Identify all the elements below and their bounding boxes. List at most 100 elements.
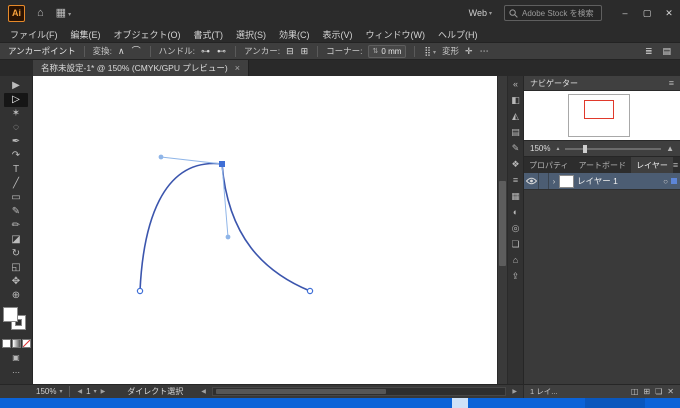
horizontal-scrollbar[interactable] [211,387,507,396]
expand-panels-icon[interactable]: « [513,80,518,89]
layer-target-icon[interactable]: ○ [663,177,668,186]
hide-handles-icon[interactable]: ⊷ [216,46,227,56]
close-button[interactable]: ✕ [658,0,680,26]
convert-to-smooth-icon[interactable]: ⌒ [131,46,142,56]
appearance-panel-icon[interactable]: ◎ [512,224,520,233]
edit-toolbar-icon[interactable]: ⋯ [12,369,20,377]
color-button[interactable] [2,340,10,347]
panel-menu-icon[interactable]: ≡ [669,78,674,88]
navigator-view-rect[interactable] [584,100,614,119]
shaper-tool[interactable]: ✏ [4,219,28,233]
type-tool[interactable]: T [4,163,28,177]
drawn-path[interactable] [139,162,311,292]
rotate-tool[interactable]: ↻ [4,247,28,261]
magic-wand-tool[interactable]: ✶ [4,107,28,121]
prev-artboard-button[interactable]: ◀ [77,388,82,395]
gradient-button[interactable] [12,340,20,347]
anchor-point[interactable] [136,287,144,295]
tab-properties[interactable]: プロパティ [524,157,574,173]
line-segment-tool[interactable]: ╱ [4,177,28,191]
brushes-panel-icon[interactable]: ✎ [512,144,520,153]
menu-object[interactable]: オブジェクト(O) [114,28,181,41]
navigator-zoom-slider[interactable] [565,144,662,153]
lasso-tool[interactable]: ◌ [4,121,28,135]
paintbrush-tool[interactable]: ✎ [4,205,28,219]
panel-list-icon[interactable]: ≣ [644,46,654,56]
libraries-panel-icon[interactable]: ⌂ [513,256,518,265]
windows-taskbar[interactable] [0,398,680,408]
scale-tool[interactable]: ◱ [4,261,28,275]
symbols-panel-icon[interactable]: ❖ [511,160,519,169]
selected-anchor-point[interactable] [219,161,225,167]
zoom-level-select[interactable]: 150% ▾ [36,387,62,396]
artboard-navigation-select[interactable]: 1 ▾ [86,387,96,396]
layer-thumbnail[interactable] [560,175,573,187]
scroll-right-button[interactable]: ▶ [512,388,517,395]
menu-type[interactable]: 書式(T) [194,28,224,41]
corner-radius-stepper[interactable]: ⇅ 0 mm [367,44,407,58]
document-tab[interactable]: 名称未設定-1* @ 150% (CMYK/GPU プレビュー) × [33,60,249,76]
stock-search-input[interactable]: Adobe Stock を検索 [504,5,602,21]
more-options-icon[interactable]: ⋯ [479,46,490,56]
zoom-in-icon[interactable]: ▲ [666,144,674,153]
menu-window[interactable]: ウィンドウ(W) [366,28,426,41]
handle-end-point[interactable] [158,154,164,160]
artboard-canvas[interactable] [33,76,497,384]
menu-edit[interactable]: 編集(E) [71,28,101,41]
zoom-tool[interactable]: ⊕ [4,289,28,303]
navigator-zoom-value[interactable]: 150% [530,144,550,153]
minimize-button[interactable]: – [614,0,636,26]
navigator-preview[interactable] [524,91,680,141]
graphic-styles-panel-icon[interactable]: ❏ [511,240,519,249]
zoom-slider-thumb[interactable] [582,144,587,153]
hand-tool[interactable]: ✥ [4,275,28,289]
layer-lock-toggle[interactable] [539,173,549,189]
none-button[interactable] [22,340,30,347]
taskbar-item[interactable] [585,398,645,408]
handle-end-point[interactable] [225,234,231,240]
anchor-point[interactable] [306,287,314,295]
pen-tool[interactable]: ✒ [4,135,28,149]
maximize-button[interactable]: ▢ [636,0,658,26]
panel-menu-icon[interactable]: ≡ [673,157,680,173]
tab-layers[interactable]: レイヤー [631,157,673,173]
color-panel-icon[interactable]: ◧ [511,96,520,105]
align-icon[interactable]: ✛ [464,46,474,56]
show-handles-icon[interactable]: ⊶ [200,46,211,56]
swatches-panel-icon[interactable]: ▤ [511,128,520,137]
asset-export-panel-icon[interactable]: ⇪ [512,272,520,281]
dock-icon[interactable]: ▤ [661,46,672,56]
menu-select[interactable]: 選択(S) [236,28,266,41]
horizontal-scrollbar-thumb[interactable] [215,389,386,394]
vertical-scrollbar[interactable] [497,76,508,384]
rectangle-tool[interactable]: ▭ [4,191,28,205]
color-guide-panel-icon[interactable]: ◭ [512,112,519,121]
eraser-tool[interactable]: ◪ [4,233,28,247]
layer-visibility-toggle[interactable] [524,173,539,189]
menu-help[interactable]: ヘルプ(H) [438,28,478,41]
tab-artboards[interactable]: アートボード [574,157,632,173]
convert-to-corner-icon[interactable]: ∧ [117,46,126,56]
zoom-out-icon[interactable]: ▲ [555,146,560,152]
vertical-scrollbar-thumb[interactable] [499,181,506,266]
next-artboard-button[interactable]: ▶ [101,388,106,395]
transform-label[interactable]: 変形 [442,45,459,57]
selection-tool[interactable]: ▶ [4,79,28,93]
transparency-panel-icon[interactable]: ◐ [513,208,518,217]
create-sublayer-icon[interactable]: ⊞ [643,387,650,396]
menu-view[interactable]: 表示(V) [323,28,353,41]
curvature-tool[interactable]: ↷ [4,149,28,163]
fill-color-swatch[interactable] [4,308,17,321]
remove-anchor-icon[interactable]: ⊟ [285,46,295,56]
expand-layer-icon[interactable]: › [549,177,559,186]
snap-grid-icon[interactable]: ⣿ ▾ [423,46,437,56]
direct-selection-tool[interactable]: ▷ [4,93,28,107]
home-icon[interactable]: ⌂ [37,7,44,19]
scroll-left-button[interactable]: ◀ [201,388,206,395]
gradient-panel-icon[interactable]: ▦ [511,192,520,201]
menu-effect[interactable]: 効果(C) [279,28,310,41]
taskbar-item[interactable] [452,398,468,408]
workspace-switcher[interactable]: Web ▾ [469,8,492,18]
delete-layer-icon[interactable]: ✕ [667,387,674,396]
create-layer-icon[interactable]: ❏ [655,387,662,396]
